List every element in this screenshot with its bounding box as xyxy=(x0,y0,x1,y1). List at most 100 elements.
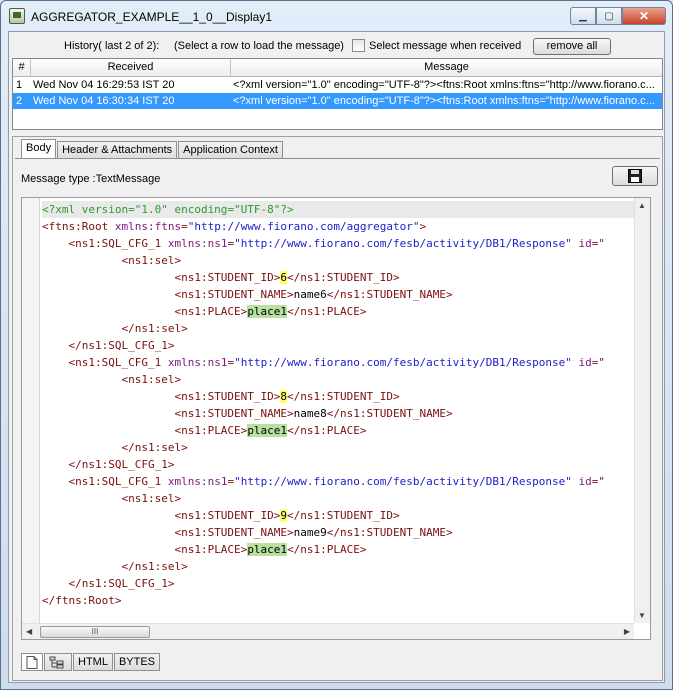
code-token: </ns1:sel> xyxy=(121,560,188,573)
code-line[interactable]: 3 <ns1:SQL_CFG_1 xmlns:ns1="http://www.f… xyxy=(42,235,634,252)
code-line[interactable]: 13 <ns1:STUDENT_NAME>name8</ns1:STUDENT_… xyxy=(42,405,634,422)
row-number: 1 xyxy=(16,79,23,91)
window-title: AGGREGATOR_EXAMPLE__1_0__Display1 xyxy=(31,10,273,24)
code-token: <ns1:STUDENT_NAME> xyxy=(174,526,294,539)
code-token: <?xml version="1.0" encoding="UTF-8"?> xyxy=(42,203,294,216)
code-line[interactable]: 6 <ns1:STUDENT_NAME>name6</ns1:STUDENT_N… xyxy=(42,286,634,303)
code-line[interactable]: 4 <ns1:sel> xyxy=(42,252,634,269)
view-mode-tabs: HTML BYTES xyxy=(21,653,161,673)
code-line[interactable]: 18 <ns1:sel> xyxy=(42,490,634,507)
tab-tree-view[interactable] xyxy=(44,653,72,671)
row-received: Wed Nov 04 16:30:34 IST 20 xyxy=(33,95,175,107)
code-area[interactable]: 1<?xml version="1.0" encoding="UTF-8"?>2… xyxy=(42,201,634,621)
code-token: </ns1:SQL_CFG_1> xyxy=(68,577,175,590)
code-line[interactable]: 24</ftns:Root> xyxy=(42,592,634,609)
column-header-message[interactable]: Message xyxy=(231,59,662,76)
history-table: # Received Message 1 Wed Nov 04 16:29:53 … xyxy=(12,58,663,130)
code-line[interactable]: 21 <ns1:PLACE>place1</ns1:PLACE> xyxy=(42,541,634,558)
code-line[interactable]: 23 </ns1:SQL_CFG_1> xyxy=(42,575,634,592)
tab-application-context[interactable]: Application Context xyxy=(178,141,283,159)
select-when-received-label[interactable]: Select message when received xyxy=(369,40,521,52)
code-line[interactable]: 11 <ns1:sel> xyxy=(42,371,634,388)
code-token: </ns1:STUDENT_NAME> xyxy=(326,288,453,301)
row-message: <?xml version="1.0" encoding="UTF-8"?><f… xyxy=(233,79,655,91)
code-line[interactable]: 16 </ns1:SQL_CFG_1> xyxy=(42,456,634,473)
scroll-up-icon[interactable]: ▲ xyxy=(638,201,646,210)
code-line[interactable]: 17 <ns1:SQL_CFG_1 xmlns:ns1="http://www.… xyxy=(42,473,634,490)
code-token: xmlns:ns1 xyxy=(167,237,228,250)
body-panel: Message type :TextMessage 1<?xml version… xyxy=(15,158,660,678)
code-token: <ns1:SQL_CFG_1 xyxy=(68,237,168,250)
code-token: xmlns:ftns xyxy=(114,220,182,233)
tab-header-attachments[interactable]: Header & Attachments xyxy=(57,141,178,159)
select-when-received-checkbox[interactable] xyxy=(352,39,365,52)
xml-editor[interactable]: 1<?xml version="1.0" encoding="UTF-8"?>2… xyxy=(21,197,651,640)
column-header-number[interactable]: # xyxy=(13,59,31,76)
code-token: <ns1:sel> xyxy=(121,254,182,267)
code-token: xmlns:ns1 xyxy=(167,475,228,488)
code-token: </ns1:sel> xyxy=(121,441,188,454)
code-token: </ftns:Root> xyxy=(42,594,122,607)
scroll-left-icon[interactable]: ◀ xyxy=(26,627,32,636)
floppy-disk-icon xyxy=(628,169,642,183)
table-row[interactable]: 1 Wed Nov 04 16:29:53 IST 20 <?xml version… xyxy=(13,77,662,93)
code-token: id xyxy=(578,356,592,369)
vertical-scrollbar[interactable]: ▲ ▼ xyxy=(634,198,650,623)
code-line[interactable]: 14 <ns1:PLACE>place1</ns1:PLACE> xyxy=(42,422,634,439)
message-tabs: Body Header & Attachments Application Co… xyxy=(12,136,663,681)
horizontal-scroll-thumb[interactable]: III xyxy=(40,626,150,638)
code-token: = xyxy=(181,220,188,233)
title-bar[interactable]: AGGREGATOR_EXAMPLE__1_0__Display1 ▁ ▢ ✕ xyxy=(1,1,672,31)
code-line[interactable]: 15 </ns1:sel> xyxy=(42,439,634,456)
save-button[interactable] xyxy=(612,166,658,186)
column-header-received[interactable]: Received xyxy=(31,59,231,76)
close-button[interactable]: ✕ xyxy=(622,7,666,25)
row-number: 2 xyxy=(16,95,23,107)
table-header: # Received Message xyxy=(13,59,662,77)
tab-body[interactable]: Body xyxy=(21,139,57,159)
table-body: 1 Wed Nov 04 16:29:53 IST 20 <?xml version… xyxy=(13,77,662,109)
code-token: =" xyxy=(591,356,605,369)
code-token: <ns1:STUDENT_ID> xyxy=(174,271,281,284)
code-line[interactable]: 12 <ns1:STUDENT_ID>8</ns1:STUDENT_ID> xyxy=(42,388,634,405)
code-line[interactable]: 8 </ns1:sel> xyxy=(42,320,634,337)
code-line[interactable]: 10 <ns1:SQL_CFG_1 xmlns:ns1="http://www.… xyxy=(42,354,634,371)
row-message: <?xml version="1.0" encoding="UTF-8"?><f… xyxy=(233,95,655,107)
code-line[interactable]: 1<?xml version="1.0" encoding="UTF-8"?> xyxy=(42,201,634,218)
code-line[interactable]: 20 <ns1:STUDENT_NAME>name9</ns1:STUDENT_… xyxy=(42,524,634,541)
code-token: </ns1:SQL_CFG_1> xyxy=(68,458,175,471)
scroll-right-icon[interactable]: ▶ xyxy=(624,627,630,636)
maximize-icon: ▢ xyxy=(604,10,614,22)
tab-text-view[interactable] xyxy=(21,653,43,671)
maximize-button[interactable]: ▢ xyxy=(596,7,622,25)
tab-bytes[interactable]: BYTES xyxy=(113,653,161,671)
code-token: name6 xyxy=(293,288,327,301)
document-icon xyxy=(26,655,38,669)
code-line[interactable]: 7 <ns1:PLACE>place1</ns1:PLACE> xyxy=(42,303,634,320)
tab-html[interactable]: HTML xyxy=(73,653,113,671)
code-line[interactable]: 5 <ns1:STUDENT_ID>6</ns1:STUDENT_ID> xyxy=(42,269,634,286)
remove-all-button[interactable]: remove all xyxy=(533,38,611,55)
code-line[interactable]: 9 </ns1:SQL_CFG_1> xyxy=(42,337,634,354)
horizontal-scrollbar[interactable]: ◀ III ▶ xyxy=(22,623,634,639)
code-token: <ns1:STUDENT_NAME> xyxy=(174,288,294,301)
minimize-button[interactable]: ▁ xyxy=(570,7,596,25)
table-row[interactable]: 2 Wed Nov 04 16:30:34 IST 20 <?xml version… xyxy=(13,93,662,109)
code-line[interactable]: 2<ftns:Root xmlns:ftns="http://www.fiora… xyxy=(42,218,634,235)
code-line[interactable]: 22 </ns1:sel> xyxy=(42,558,634,575)
line-number-gutter xyxy=(22,198,40,623)
history-label: History( last 2 of 2): xyxy=(64,40,160,52)
scroll-down-icon[interactable]: ▼ xyxy=(638,611,646,620)
code-line[interactable]: 19 <ns1:STUDENT_ID>9</ns1:STUDENT_ID> xyxy=(42,507,634,524)
